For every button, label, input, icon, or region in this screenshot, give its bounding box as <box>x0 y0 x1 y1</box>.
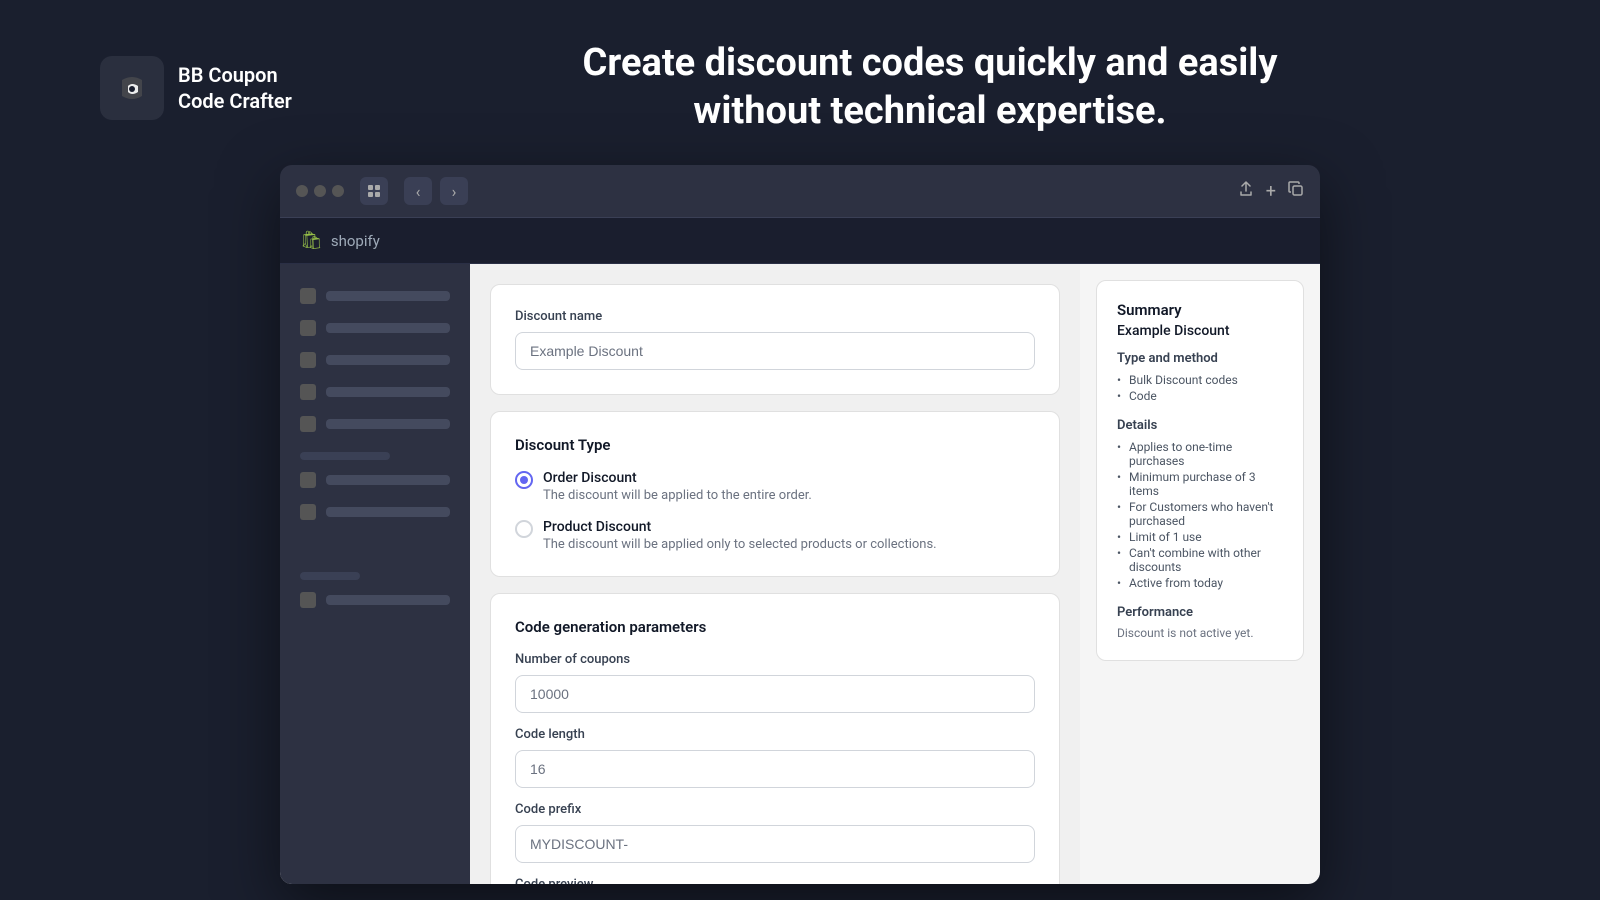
summary-discount-name: Example Discount <box>1117 323 1283 339</box>
code-length-input[interactable] <box>515 750 1035 788</box>
summary-type-item-1: Bulk Discount codes <box>1117 372 1283 388</box>
code-gen-card: Code generation parameters Number of cou… <box>490 593 1060 884</box>
order-discount-label: Order Discount <box>543 470 812 486</box>
sidebar-icon-6 <box>300 472 316 488</box>
sidebar-item-7[interactable] <box>280 496 470 528</box>
sidebar-item-8[interactable] <box>280 584 470 616</box>
sidebar-icon-3 <box>300 352 316 368</box>
header-tagline: Create discount codes quickly and easily… <box>360 40 1500 135</box>
summary-details-title: Details <box>1117 418 1283 433</box>
order-discount-radio[interactable] <box>515 471 533 489</box>
sidebar-item-3[interactable] <box>280 344 470 376</box>
summary-detail-6: Active from today <box>1117 575 1283 591</box>
new-tab-icon[interactable]: + <box>1266 181 1276 202</box>
shopify-logo-text: shopify <box>331 232 380 250</box>
logo-text: BB Coupon Code Crafter <box>178 62 292 114</box>
sidebar-icon-1 <box>300 288 316 304</box>
product-discount-label: Product Discount <box>543 519 937 535</box>
sidebar <box>280 264 470 884</box>
order-discount-desc: The discount will be applied to the enti… <box>543 488 812 503</box>
browser-chrome: ‹ › + <box>280 165 1320 218</box>
sidebar-item-1[interactable] <box>280 280 470 312</box>
share-icon[interactable] <box>1238 181 1254 201</box>
summary-detail-3: For Customers who haven't purchased <box>1117 499 1283 529</box>
shopify-navbar: 🛍 shopify <box>280 218 1320 264</box>
dot-yellow <box>314 185 326 197</box>
code-length-label: Code length <box>515 727 1035 742</box>
sidebar-section-1 <box>280 440 470 464</box>
summary-type-method-list: Bulk Discount codes Code <box>1117 372 1283 404</box>
dot-green <box>332 185 344 197</box>
discount-type-radio-group: Order Discount The discount will be appl… <box>515 470 1035 552</box>
summary-detail-5: Can't combine with other discounts <box>1117 545 1283 575</box>
browser-dots <box>296 185 344 197</box>
summary-detail-4: Limit of 1 use <box>1117 529 1283 545</box>
summary-performance-text: Discount is not active yet. <box>1117 626 1283 640</box>
shopify-logo: 🛍 shopify <box>300 230 380 251</box>
sidebar-icon-4 <box>300 384 316 400</box>
discount-type-title: Discount Type <box>515 436 1035 454</box>
sidebar-item-2[interactable] <box>280 312 470 344</box>
product-discount-text: Product Discount The discount will be ap… <box>543 519 937 552</box>
code-prefix-input[interactable] <box>515 825 1035 863</box>
sidebar-icon-7 <box>300 504 316 520</box>
sidebar-icon-2 <box>300 320 316 336</box>
discount-name-label: Discount name <box>515 309 1035 324</box>
num-coupons-input[interactable] <box>515 675 1035 713</box>
logo-icon <box>100 56 164 120</box>
sidebar-item-4[interactable] <box>280 376 470 408</box>
code-gen-title: Code generation parameters <box>515 618 1035 636</box>
main-content: Discount name Discount Type Order Discou… <box>280 264 1320 884</box>
summary-type-method-title: Type and method <box>1117 351 1283 366</box>
discount-type-card: Discount Type Order Discount The discoun… <box>490 411 1060 577</box>
code-preview-label: Code preview <box>515 877 1035 884</box>
sidebar-icon-5 <box>300 416 316 432</box>
summary-performance-title: Performance <box>1117 605 1283 620</box>
product-discount-desc: The discount will be applied only to sel… <box>543 537 937 552</box>
order-discount-option[interactable]: Order Discount The discount will be appl… <box>515 470 1035 503</box>
forward-button[interactable]: › <box>440 177 468 205</box>
browser-nav-controls: ‹ › <box>404 177 468 205</box>
header: BB Coupon Code Crafter Create discount c… <box>0 0 1600 165</box>
grid-view-button[interactable] <box>360 177 388 205</box>
order-discount-text: Order Discount The discount will be appl… <box>543 470 812 503</box>
summary-detail-1: Applies to one-time purchases <box>1117 439 1283 469</box>
summary-detail-2: Minimum purchase of 3 items <box>1117 469 1283 499</box>
shopify-logo-icon: 🛍 <box>300 230 323 251</box>
num-coupons-label: Number of coupons <box>515 652 1035 667</box>
summary-card: Summary Example Discount Type and method… <box>1096 280 1304 661</box>
summary-details-list: Applies to one-time purchases Minimum pu… <box>1117 439 1283 591</box>
sidebar-item-5[interactable] <box>280 408 470 440</box>
discount-name-input[interactable] <box>515 332 1035 370</box>
summary-title: Summary <box>1117 301 1283 319</box>
browser-actions: + <box>1238 181 1304 202</box>
copy-icon[interactable] <box>1288 181 1304 201</box>
discount-name-card: Discount name <box>490 284 1060 395</box>
browser-window: ‹ › + 🛍 shopify <box>280 165 1320 884</box>
logo-container: BB Coupon Code Crafter <box>100 56 320 120</box>
product-discount-radio[interactable] <box>515 520 533 538</box>
code-prefix-label: Code prefix <box>515 802 1035 817</box>
product-discount-option[interactable]: Product Discount The discount will be ap… <box>515 519 1035 552</box>
summary-panel: Summary Example Discount Type and method… <box>1080 264 1320 884</box>
dot-red <box>296 185 308 197</box>
content-area: Discount name Discount Type Order Discou… <box>470 264 1080 884</box>
back-button[interactable]: ‹ <box>404 177 432 205</box>
sidebar-icon-8 <box>300 592 316 608</box>
sidebar-section-2 <box>280 560 470 584</box>
sidebar-item-6[interactable] <box>280 464 470 496</box>
summary-type-item-2: Code <box>1117 388 1283 404</box>
